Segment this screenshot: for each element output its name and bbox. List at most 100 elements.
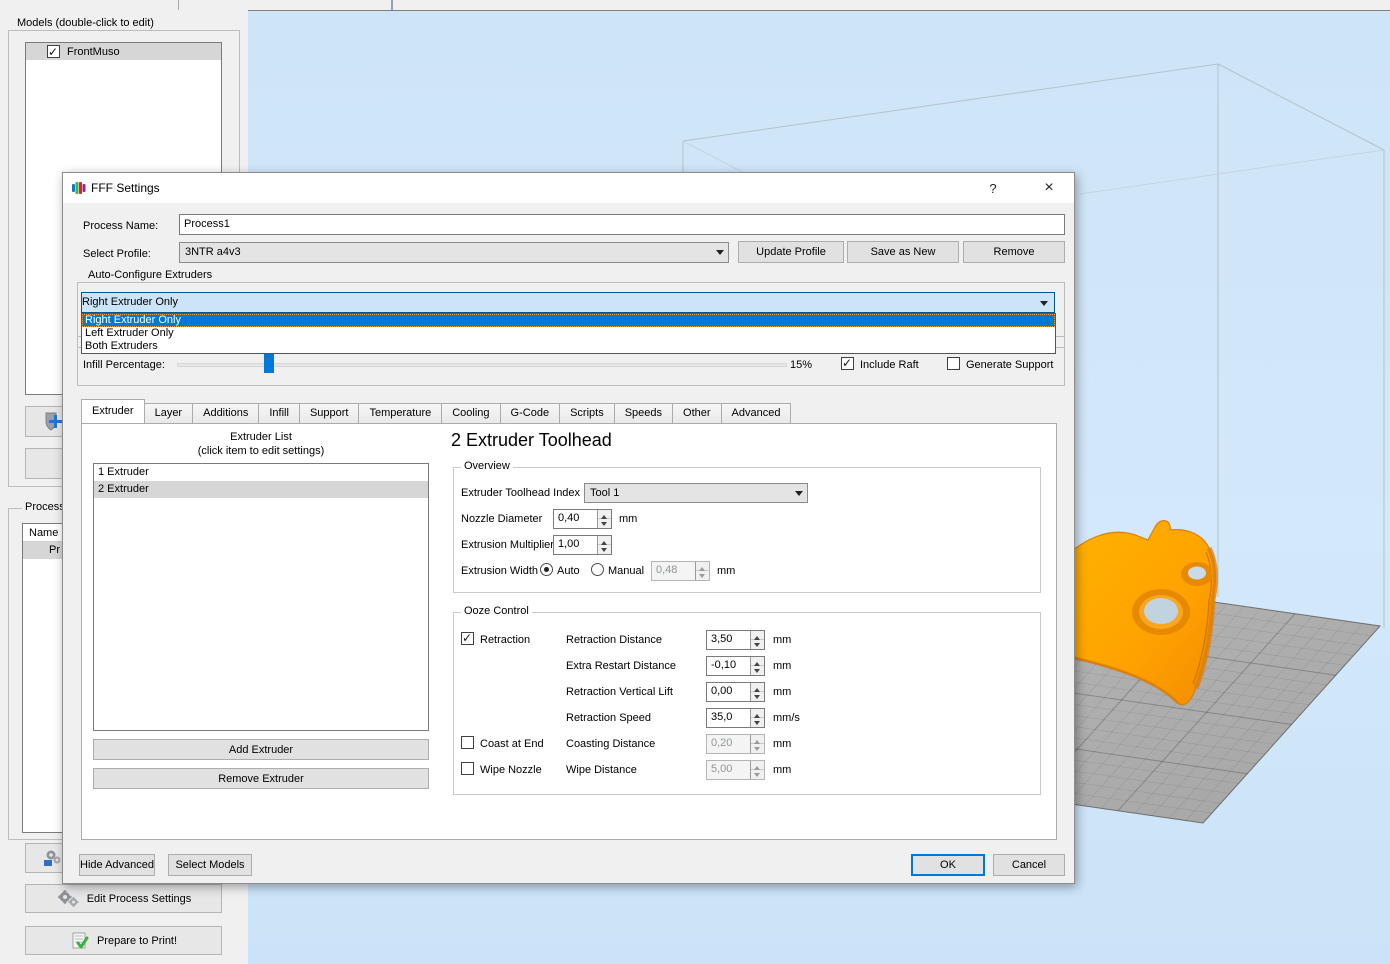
remove-profile-button[interactable]: Remove [963,241,1065,263]
include-raft-checkbox[interactable] [841,357,854,370]
wipe-distance-unit: mm [773,764,791,776]
select-profile-label: Select Profile: [83,248,151,260]
cancel-button[interactable]: Cancel [993,854,1065,876]
toolhead-title: 2 Extruder Toolhead [451,430,612,451]
tab-temperature[interactable]: Temperature [358,403,442,423]
retraction-speed-spinner[interactable]: 35,0 [706,708,765,728]
dropdown-option-right-extruder[interactable]: Right Extruder Only [82,314,1055,327]
auto-configure-combo-value: Right Extruder Only [82,296,178,308]
processes-header-name: Name [29,527,58,539]
update-profile-button[interactable]: Update Profile [738,241,844,263]
wipe-distance-label: Wipe Distance [566,764,637,776]
gears-icon [56,889,80,909]
add-extruder-button[interactable]: Add Extruder [93,739,429,760]
close-icon[interactable]: × [1032,173,1066,203]
profile-combo[interactable]: 3NTR a4v3 [179,242,729,263]
app-window: { "titlebar": { "title": "FFF Settings",… [0,0,1390,964]
wipe-distance-spinner: 5,00 [706,760,765,780]
help-icon[interactable]: ? [976,173,1010,203]
retraction-distance-label: Retraction Distance [566,634,662,646]
retraction-vertical-lift-unit: mm [773,686,791,698]
chevron-down-icon [1040,301,1048,310]
infill-percentage-label: Infill Percentage: [83,359,165,371]
retraction-label: Retraction [480,634,530,646]
wipe-nozzle-label: Wipe Nozzle [480,764,542,776]
include-raft-label: Include Raft [860,359,919,371]
viewport-top-border [248,10,1390,11]
coasting-distance-spinner: 0,20 [706,734,765,754]
infill-percentage-value: 15% [790,359,812,371]
wipe-nozzle-checkbox[interactable] [461,762,474,775]
remove-extruder-button[interactable]: Remove Extruder [93,768,429,789]
extra-restart-distance-label: Extra Restart Distance [566,660,676,672]
nozzle-diameter-spinner[interactable]: 0,40 [553,509,612,529]
hide-advanced-button[interactable]: Hide Advanced [79,854,155,876]
tab-advanced[interactable]: Advanced [721,403,792,423]
chevron-down-icon [795,491,803,500]
prepare-to-print-button[interactable]: Prepare to Print! [25,926,222,955]
settings-tab-bar: Extruder Layer Additions Infill Support … [81,400,790,423]
tab-cooling[interactable]: Cooling [441,403,500,423]
simplify3d-logo-icon [71,180,87,196]
fff-settings-dialog: FFF Settings ? × Process Name: Process1 … [62,172,1075,884]
dropdown-option-both-extruders[interactable]: Both Extruders [82,340,1055,353]
extruder-list-subtitle: (click item to edit settings) [93,445,429,457]
retraction-vertical-lift-spinner[interactable]: 0,00 [706,682,765,702]
extra-restart-distance-spinner[interactable]: -0,10 [706,656,765,676]
models-group-label: Models (double-click to edit) [14,17,157,29]
retraction-speed-unit: mm/s [773,712,800,724]
tab-infill[interactable]: Infill [258,403,300,423]
extruder-listbox[interactable]: 1 Extruder 2 Extruder [93,463,429,731]
ooze-control-group-label: Ooze Control [461,605,532,617]
model-item-label: FrontMuso [67,44,120,61]
dialog-titlebar[interactable]: FFF Settings ? × [63,173,1074,203]
coasting-distance-unit: mm [773,738,791,750]
coasting-distance-label: Coasting Distance [566,738,655,750]
coast-at-end-label: Coast at End [480,738,544,750]
extruder-list-item-2[interactable]: 2 Extruder [94,481,428,498]
tab-scripts[interactable]: Scripts [559,403,615,423]
tab-speeds[interactable]: Speeds [614,403,673,423]
coast-at-end-checkbox[interactable] [461,736,474,749]
tab-gcode[interactable]: G-Code [500,403,561,423]
infill-slider-handle[interactable] [264,354,274,373]
extrusion-multiplier-spinner[interactable]: 1,00 [553,535,612,555]
retraction-distance-spinner[interactable]: 3,50 [706,630,765,650]
toolhead-index-combo[interactable]: Tool 1 [584,483,808,503]
dialog-title: FFF Settings [91,181,160,195]
extruder-list-title: Extruder List [93,431,429,443]
generate-support-label: Generate Support [966,359,1053,371]
toolbar-tick [178,0,179,10]
save-as-new-button[interactable]: Save as New [847,241,959,263]
select-models-button[interactable]: Select Models [168,854,252,876]
edit-process-settings-button[interactable]: Edit Process Settings [25,884,222,913]
auto-configure-combo[interactable]: Right Extruder Only [81,292,1055,313]
generate-support-checkbox[interactable] [947,357,960,370]
dropdown-option-left-extruder[interactable]: Left Extruder Only [82,327,1055,340]
extruder-list-item-1[interactable]: 1 Extruder [94,464,428,481]
prepare-print-icon [70,931,90,951]
extrusion-width-manual-radio[interactable] [591,563,604,576]
tab-other[interactable]: Other [672,403,722,423]
model-list-item[interactable]: FrontMuso [26,43,221,60]
nozzle-diameter-label: Nozzle Diameter [461,513,542,525]
process-name-input[interactable]: Process1 [179,214,1065,235]
process-name-label: Process Name: [83,220,158,232]
process-row-label: Pr [49,544,60,556]
profile-combo-value: 3NTR a4v3 [185,243,241,262]
retraction-checkbox[interactable] [461,632,474,645]
extrusion-width-label: Extrusion Width [461,565,538,577]
extrusion-width-spinner: 0,48 [651,561,710,581]
tab-support[interactable]: Support [299,403,360,423]
auto-configure-dropdown-list: Right Extruder Only Left Extruder Only B… [81,313,1056,354]
model-checkbox[interactable] [47,45,60,58]
toolhead-index-label: Extruder Toolhead Index [461,487,580,499]
overview-group-label: Overview [461,460,513,472]
extrusion-width-auto-radio[interactable] [540,563,553,576]
tab-extruder[interactable]: Extruder [81,399,145,423]
toolbar-tick-blue [391,0,393,10]
retraction-vertical-lift-label: Retraction Vertical Lift [566,686,673,698]
ok-button[interactable]: OK [911,854,985,876]
tab-layer[interactable]: Layer [144,403,194,423]
tab-additions[interactable]: Additions [192,403,259,423]
